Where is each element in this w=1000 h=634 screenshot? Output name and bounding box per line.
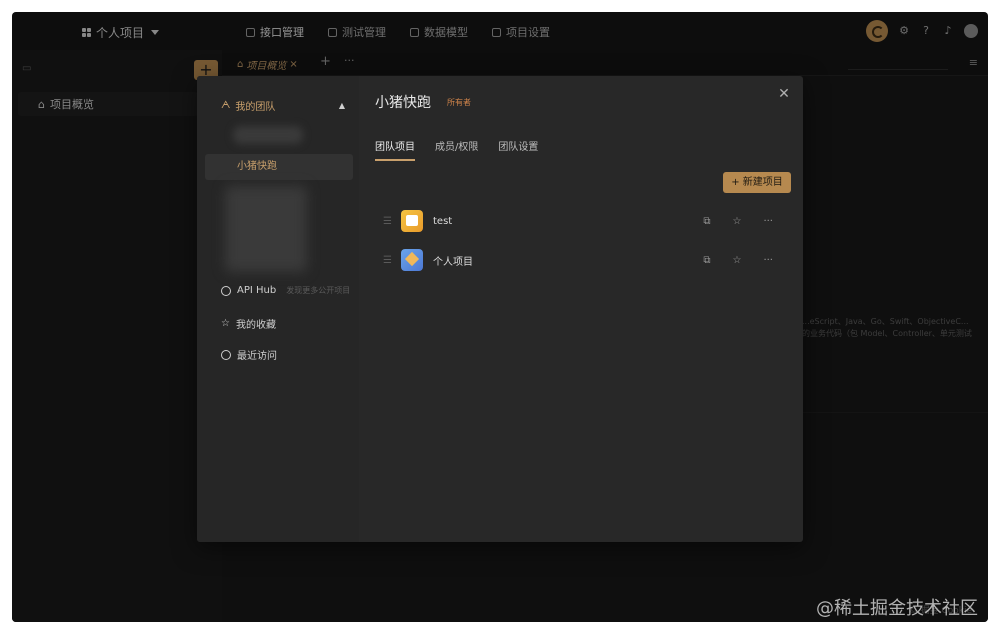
tab-members-permissions[interactable]: 成员/权限 [435,138,478,161]
new-project-button[interactable]: + 新建项目 [723,172,791,193]
favorites-link[interactable]: ☆ 我的收藏 [221,316,276,331]
team-item-xiaozhu[interactable]: 小猪快跑 [205,154,353,180]
chevron-up-icon: ▲ [338,101,345,110]
project-row[interactable]: ☰ test ⧉ ☆ ··· [383,206,779,236]
clock-icon [221,349,231,360]
watermark: @稀土掘金技术社区 [816,598,978,619]
modal-tabs: 团队项目 成员/权限 团队设置 [375,138,538,161]
close-icon[interactable]: ✕ [777,87,791,101]
tab-team-settings[interactable]: 团队设置 [498,138,538,161]
favorites-label: 我的收藏 [235,320,276,331]
project-name: test [433,215,453,227]
recent-link[interactable]: 最近访问 [221,347,277,362]
more-icon[interactable]: ··· [763,255,773,266]
row-actions: ⧉ ☆ ··· [703,216,779,227]
drag-handle-icon[interactable]: ☰ [383,255,401,266]
tab-team-projects[interactable]: 团队项目 [375,138,415,161]
more-icon[interactable]: ··· [763,216,773,227]
star-icon[interactable]: ☆ [732,255,741,266]
team-icon: ᗅ [221,100,231,111]
star-icon: ☆ [221,318,230,329]
calendar-icon [401,210,423,232]
blurred-team [233,126,303,144]
modal-sidebar: ᗅ 我的团队 ▲ 小猪快跑 API Hub 发现更多公开项目 ☆ 我的收藏 最近… [197,76,359,542]
team-modal: ᗅ 我的团队 ▲ 小猪快跑 API Hub 发现更多公开项目 ☆ 我的收藏 最近… [197,76,803,542]
modal-main: 小猪快跑 所有者 ✕ 团队项目 成员/权限 团队设置 + 新建项目 ☰ test… [359,76,803,542]
api-hub-hint: 发现更多公开项目 [286,286,351,295]
api-hub-label: API Hub [237,285,277,296]
api-hub-link[interactable]: API Hub 发现更多公开项目 [221,285,350,296]
row-actions: ⧉ ☆ ··· [703,255,779,266]
star-icon[interactable]: ☆ [732,216,741,227]
recent-label: 最近访问 [237,351,277,362]
copy-icon[interactable]: ⧉ [703,216,710,227]
cube-icon [401,249,423,271]
owner-badge: 所有者 [447,98,471,107]
blurred-teams [225,186,307,272]
my-teams-header[interactable]: ᗅ 我的团队 ▲ [221,98,345,113]
project-name: 个人项目 [433,256,473,268]
drag-handle-icon[interactable]: ☰ [383,216,401,227]
project-row[interactable]: ☰ 个人项目 ⧉ ☆ ··· [383,245,779,275]
my-teams-label: 我的团队 [235,102,276,113]
compass-icon [221,285,231,296]
copy-icon[interactable]: ⧉ [703,255,710,266]
team-title: 小猪快跑 [375,95,431,111]
